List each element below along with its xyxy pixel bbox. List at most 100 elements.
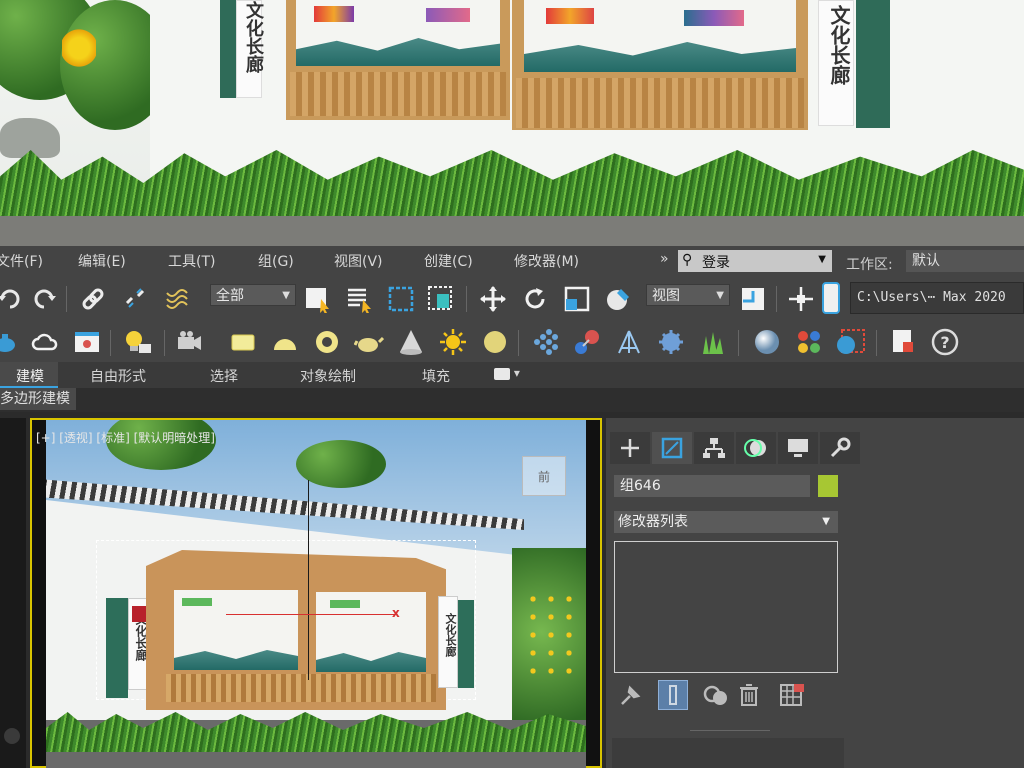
modify-tab[interactable]	[652, 432, 692, 464]
hemisphere-icon[interactable]	[270, 327, 300, 357]
panel-divider	[690, 730, 770, 731]
menu-edit[interactable]: 编辑(E)	[78, 251, 126, 271]
motion-icon	[744, 439, 766, 457]
light-bulb-icon[interactable]	[122, 327, 152, 357]
menu-tools[interactable]: 工具(T)	[168, 251, 215, 271]
plaque-text: 文化长廊	[243, 1, 264, 73]
vp-yellow-flowers	[524, 590, 574, 680]
undo-icon[interactable]	[0, 284, 24, 314]
gear-cluster-icon[interactable]	[656, 327, 686, 357]
pin-stack-icon[interactable]	[618, 682, 644, 708]
tab-freeform[interactable]: 自由形式	[90, 366, 146, 386]
move-icon[interactable]	[478, 284, 508, 314]
selection-filter-dropdown[interactable]: 全部 ▼	[210, 284, 296, 306]
chevron-down-icon: ▼	[282, 290, 290, 301]
render-message-icon[interactable]	[888, 327, 918, 357]
redo-icon[interactable]	[30, 284, 60, 314]
menu-file[interactable]: 文件(F)	[0, 251, 43, 271]
keyboard-shortcut-toggle[interactable]	[822, 282, 840, 314]
hierarchy-tab[interactable]	[694, 432, 734, 464]
modifier-list-dropdown[interactable]: 修改器列表 ▼	[614, 511, 838, 533]
motion-tab[interactable]	[736, 432, 776, 464]
toolbar-divider	[66, 286, 67, 312]
ribbon-options-button[interactable]: ▾	[494, 366, 526, 384]
grass-icon[interactable]	[698, 327, 728, 357]
login-dropdown[interactable]: ⚲ 登录 ▼	[678, 250, 832, 272]
particle-grid-icon[interactable]	[530, 327, 560, 357]
vp-red-seal	[132, 606, 146, 622]
render-setup-icon[interactable]	[836, 327, 866, 357]
reference-coordinate-dropdown[interactable]: 视图 ▼	[646, 284, 730, 306]
menu-modifiers[interactable]: 修改器(M)	[514, 251, 579, 271]
toolbar-divider	[110, 330, 111, 356]
bind-space-warp-icon[interactable]	[162, 284, 192, 314]
sun-icon[interactable]	[438, 327, 468, 357]
modifier-stack[interactable]	[614, 541, 838, 673]
workspace-dropdown[interactable]: 默认	[906, 250, 1024, 272]
trash-icon[interactable]	[736, 682, 762, 708]
perspective-viewport[interactable]: 文化长廊 文化长廊 x 前	[46, 420, 586, 768]
project-path-field[interactable]: C:\Users\⋯ Max 2020	[850, 282, 1024, 314]
viewport-label[interactable]: [+] [透视] [标准] [默认明暗处理]	[36, 429, 215, 446]
tab-populate[interactable]: 填充	[422, 366, 450, 386]
configure-modifier-sets-icon[interactable]	[778, 682, 806, 708]
material-editor-icon[interactable]	[794, 327, 824, 357]
unlink-icon[interactable]	[120, 284, 150, 314]
molecule-icon[interactable]	[572, 327, 602, 357]
torus-icon[interactable]	[312, 327, 342, 357]
render-frame-icon[interactable]	[72, 327, 102, 357]
menu-views[interactable]: 视图(V)	[334, 251, 383, 271]
teapot-icon[interactable]	[0, 327, 22, 357]
camera-icon[interactable]	[174, 327, 204, 357]
show-end-result-icon[interactable]	[658, 680, 688, 710]
plane-icon[interactable]	[228, 327, 258, 357]
make-unique-icon[interactable]	[702, 682, 730, 708]
pivot-point-icon[interactable]	[738, 284, 768, 314]
scene-explorer-handle[interactable]	[4, 728, 20, 744]
tripod-icon[interactable]	[614, 327, 644, 357]
vp-pillar	[106, 598, 128, 698]
object-color-swatch[interactable]	[818, 475, 838, 497]
tab-selection[interactable]: 选择	[210, 366, 238, 386]
scale-icon[interactable]	[562, 284, 592, 314]
utilities-tab[interactable]	[820, 432, 860, 464]
selection-filter-value: 全部	[216, 288, 244, 304]
polygon-modeling-panel-button[interactable]: 多边形建模	[0, 388, 76, 410]
rectangular-selection-icon[interactable]	[386, 284, 416, 314]
toolbar-divider	[738, 330, 739, 356]
sphere-icon[interactable]	[480, 327, 510, 357]
window-crossing-icon[interactable]	[426, 284, 456, 314]
menu-group[interactable]: 组(G)	[258, 251, 294, 271]
rotate-icon[interactable]	[520, 284, 550, 314]
display-tab[interactable]	[778, 432, 818, 464]
teapot-primitive-icon[interactable]	[354, 327, 384, 357]
lattice	[516, 78, 804, 128]
link-icon[interactable]	[78, 284, 108, 314]
cone-icon[interactable]	[396, 327, 426, 357]
chevron-down-icon: ▼	[818, 254, 826, 265]
pillar	[856, 0, 890, 128]
gizmo-x-label: x	[392, 606, 400, 620]
material-sphere-icon[interactable]	[752, 327, 782, 357]
hierarchy-icon	[703, 438, 725, 458]
tab-modeling[interactable]: 建模	[16, 366, 44, 386]
create-tab[interactable]	[610, 432, 650, 464]
viewcube-face-label: 前	[537, 469, 550, 484]
object-name-field[interactable]: 组646	[614, 475, 810, 497]
menu-expand-button[interactable]: »	[660, 251, 669, 267]
select-object-icon[interactable]	[302, 284, 332, 314]
menu-create[interactable]: 创建(C)	[424, 251, 473, 271]
select-manipulate-icon[interactable]	[786, 284, 816, 314]
tab-object-paint[interactable]: 对象绘制	[300, 366, 356, 386]
cloud-icon[interactable]	[30, 327, 60, 357]
vp-plaque: 文化长廊	[438, 596, 458, 688]
select-by-name-icon[interactable]	[344, 284, 374, 314]
vp-pillar	[458, 600, 474, 688]
plus-icon	[621, 439, 639, 457]
command-panel-tabs	[610, 432, 860, 464]
help-icon[interactable]: ?	[930, 327, 960, 357]
place-icon[interactable]	[604, 284, 634, 314]
modify-icon	[661, 437, 683, 459]
svg-text:?: ?	[940, 333, 949, 352]
viewcube[interactable]: 前	[522, 456, 566, 496]
